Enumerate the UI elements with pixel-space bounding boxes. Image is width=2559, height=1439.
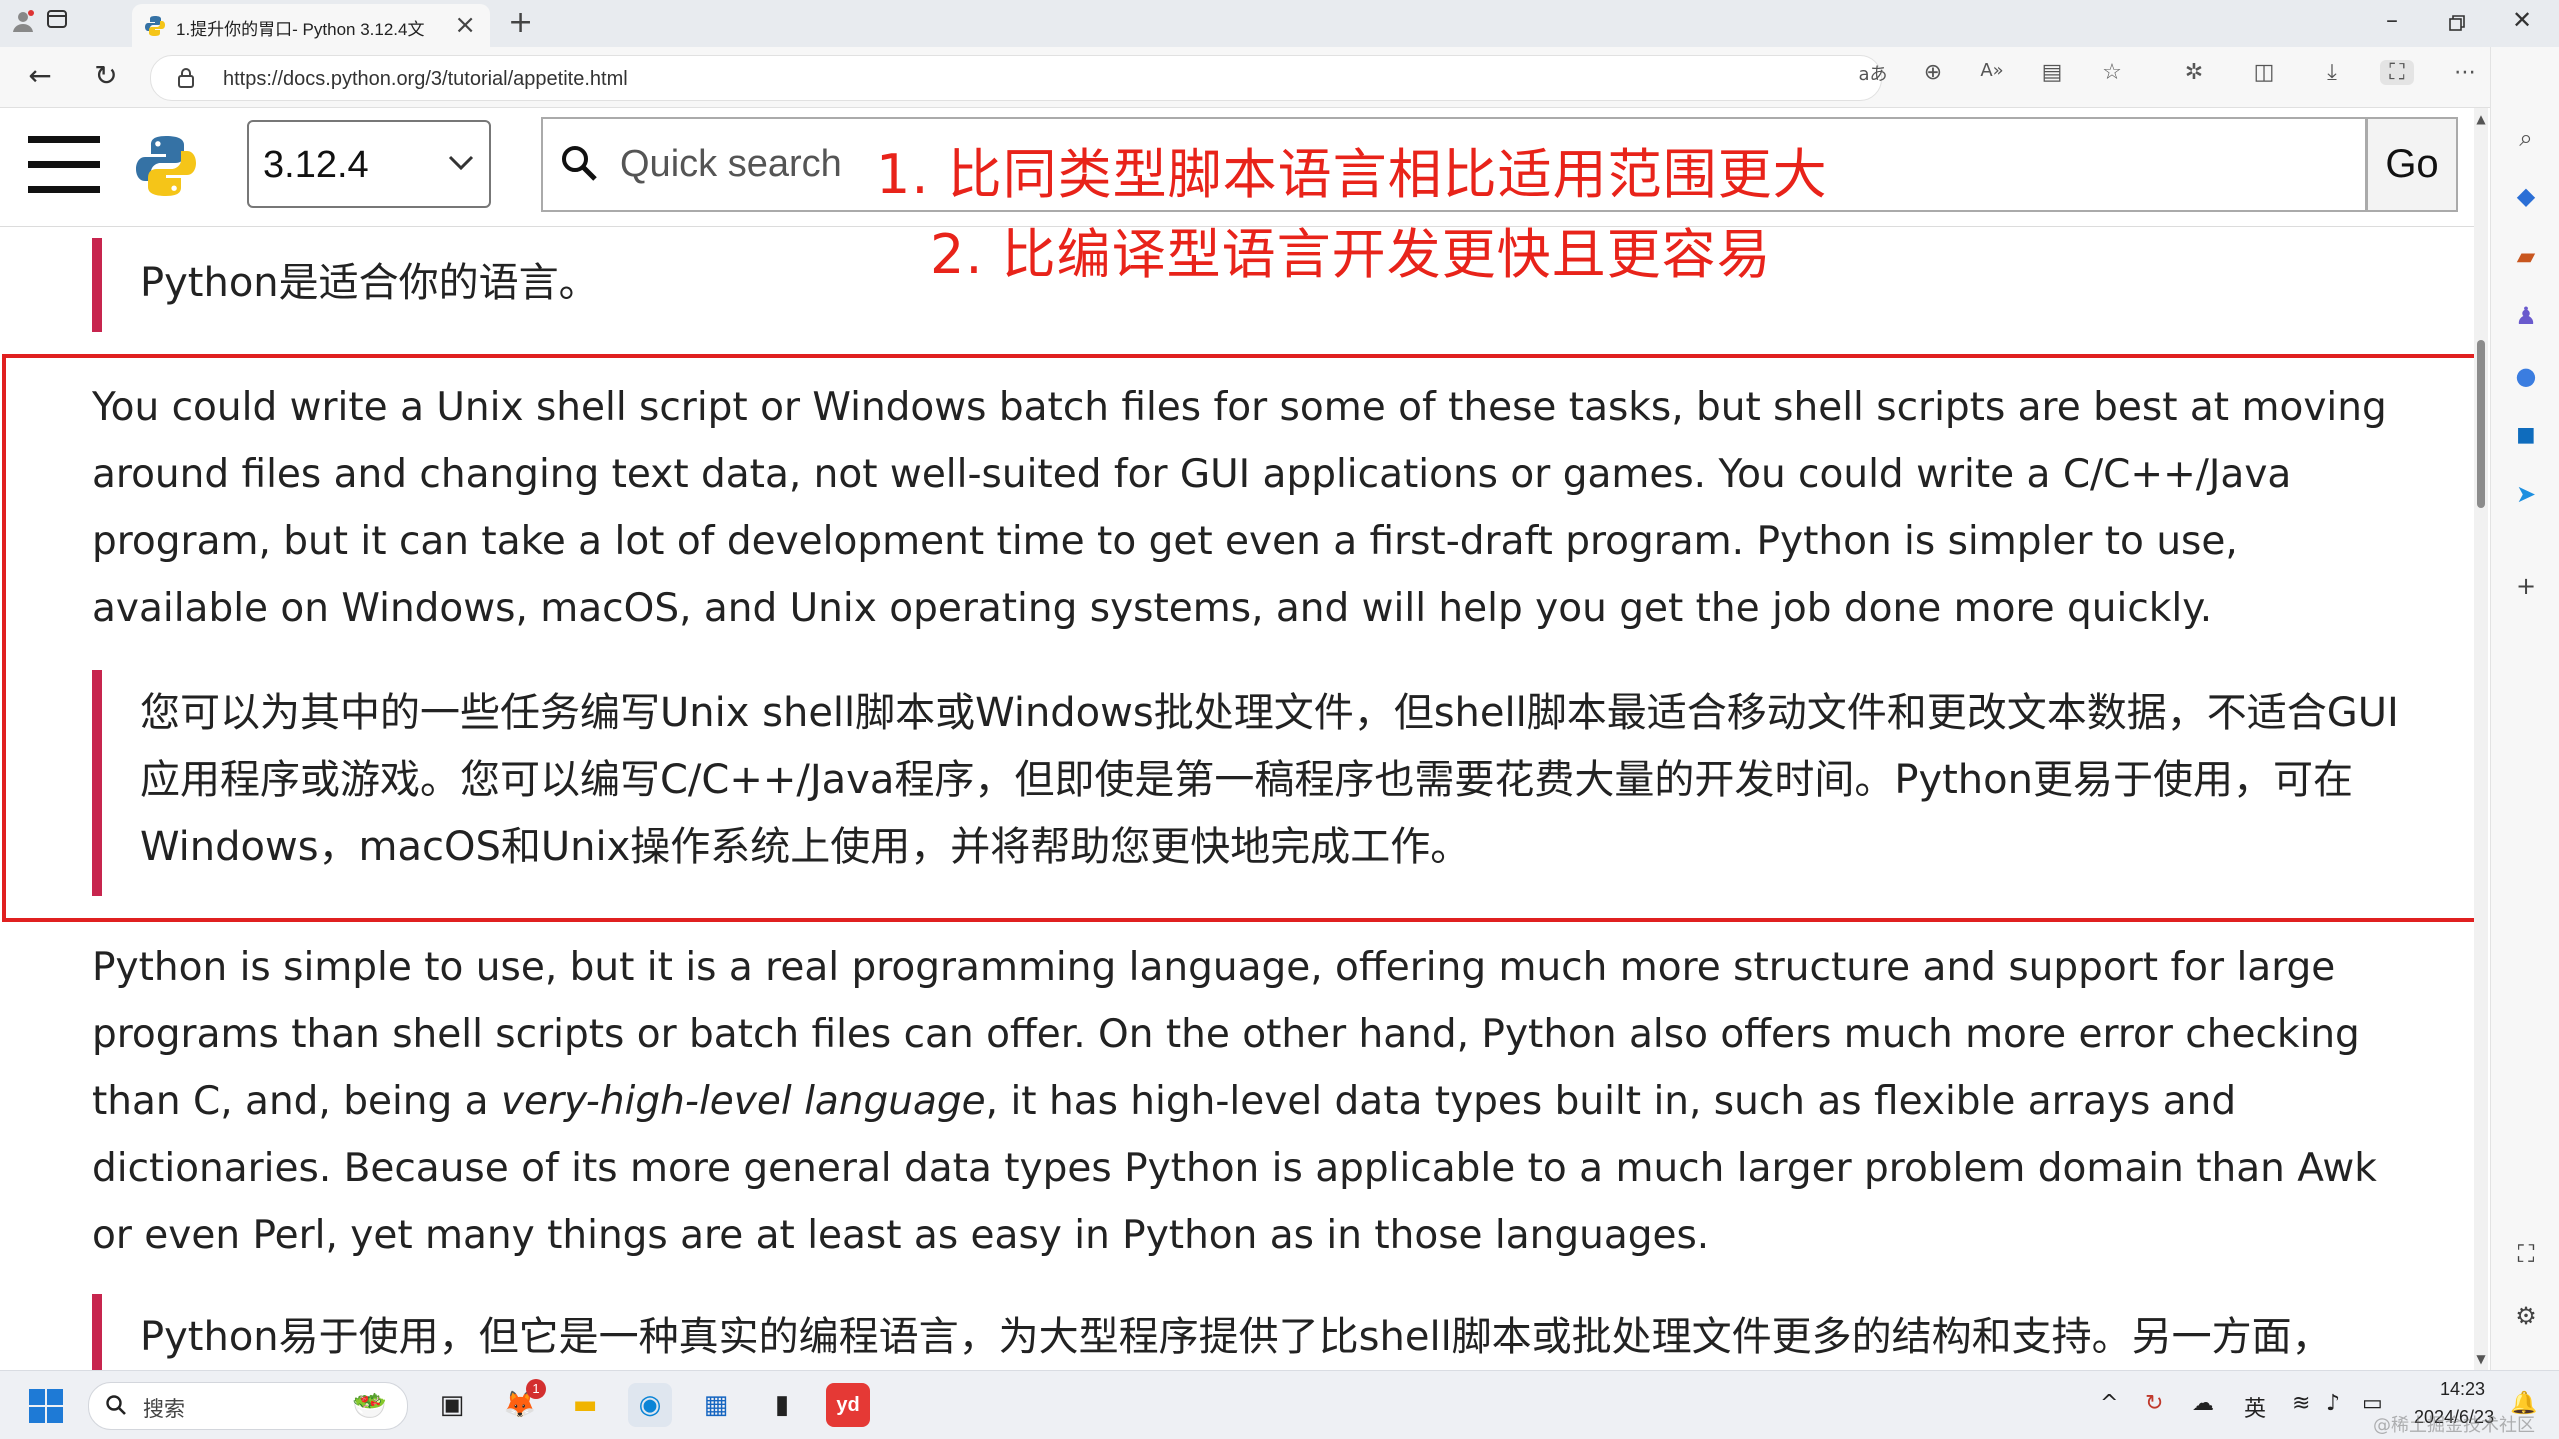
taskbar-search[interactable]: 搜索 🥗 <box>88 1382 408 1430</box>
paragraph-shell-scripts: You could write a Unix shell script or W… <box>92 385 2387 631</box>
python-favicon-icon <box>145 16 165 36</box>
tab-appetite[interactable]: 1.提升你的胃口- Python 3.12.4文 × <box>132 4 490 47</box>
back-icon[interactable]: ← <box>22 59 58 92</box>
go-button[interactable]: Go <box>2366 117 2458 212</box>
python-logo-icon[interactable] <box>133 133 199 199</box>
tab-title: 1.提升你的胃口- Python 3.12.4文 <box>176 20 425 39</box>
address-bar: ← ↻ https://docs.python.org/3/tutorial/a… <box>0 47 2559 108</box>
refresh-icon[interactable]: ↻ <box>88 59 124 92</box>
sidebar-shopping-icon[interactable]: ◆ <box>2509 179 2543 213</box>
scroll-down-icon[interactable]: ▼ <box>2474 1352 2488 1366</box>
downloads-icon[interactable]: ⤓ <box>2315 60 2349 85</box>
favorite-star-icon[interactable]: ☆ <box>2095 60 2129 85</box>
watermark-text: @稀土掘金技术社区 <box>2373 1415 2535 1436</box>
sidebar-settings-icon[interactable]: ⚙ <box>2509 1299 2543 1333</box>
lock-icon <box>178 68 194 88</box>
restore-icon[interactable] <box>2437 10 2477 38</box>
tab-close-icon[interactable]: × <box>454 10 476 40</box>
docs-header: 3.12.4 Go 1. 比同类型脚本语言相比适用范围更大 2. 比编译型语言开… <box>0 108 2480 286</box>
new-tab-icon[interactable]: + <box>508 5 533 40</box>
tab-actions-icon[interactable] <box>42 8 72 38</box>
reader-view-icon[interactable]: ▤ <box>2035 60 2069 85</box>
clock-time[interactable]: 14:23 <box>2440 1379 2485 1400</box>
search-highlight-icon: 🥗 <box>352 1389 387 1422</box>
url-text: https://docs.python.org/3/tutorial/appet… <box>223 68 628 90</box>
read-aloud-icon[interactable]: A» <box>1975 60 2009 81</box>
windows-taskbar: 搜索 🥗 ▣ 🦊 1 ▬ ◉ ▦ ▮ yd ^ ↻ ☁ 英 ≋ ♪ ▭ 14:23… <box>0 1370 2559 1439</box>
version-value: 3.12.4 <box>263 144 369 186</box>
menu-icon[interactable] <box>28 136 100 194</box>
screenshot-icon[interactable]: ⛶ <box>2380 60 2414 85</box>
annotation-line-1: 1. 比同类型脚本语言相比适用范围更大 <box>876 143 1828 206</box>
chevron-down-icon <box>448 155 474 171</box>
blockquote-translation-top: Python是适合你的语言。 <box>92 238 2392 332</box>
minimize-icon[interactable]: – <box>2372 6 2412 34</box>
task-view-icon[interactable]: ▣ <box>430 1383 474 1427</box>
taskbar-search-label: 搜索 <box>143 1397 185 1421</box>
tab-strip: 1.提升你的胃口- Python 3.12.4文 × + – ✕ <box>0 0 2559 47</box>
paragraph-real-language: Python is simple to use, but it is a rea… <box>92 934 2422 1269</box>
more-menu-icon[interactable]: ⋯ <box>2448 60 2482 85</box>
notification-badge: 1 <box>526 1379 546 1399</box>
tray-overflow-icon[interactable]: ^ <box>2100 1391 2118 1416</box>
sidebar-games-icon[interactable]: ♟ <box>2509 299 2543 333</box>
ime-label[interactable]: 英 <box>2244 1391 2266 1423</box>
profile-icon[interactable] <box>8 8 38 38</box>
version-select[interactable]: 3.12.4 <box>247 120 491 208</box>
sidebar-tools-icon[interactable]: ▰ <box>2509 239 2543 273</box>
blockquote-translation-shell-scripts: 您可以为其中的一些任务编写Unix shell脚本或Windows批处理文件，但… <box>92 670 2422 896</box>
search-icon <box>106 1395 126 1415</box>
youdao-app-icon[interactable]: yd <box>826 1383 870 1427</box>
terminal-icon[interactable]: ▮ <box>760 1383 804 1427</box>
search-icon <box>562 146 597 181</box>
windows-start-icon[interactable] <box>28 1388 64 1424</box>
tray-sync-icon[interactable]: ↻ <box>2145 1391 2163 1416</box>
wifi-icon[interactable]: ≋ <box>2292 1391 2310 1416</box>
zoom-icon[interactable]: ⊕ <box>1916 60 1950 85</box>
microsoft-store-icon[interactable]: ▦ <box>694 1383 738 1427</box>
edge-browser-icon[interactable]: ◉ <box>628 1383 672 1427</box>
edge-sidebar: ⌕ ◆ ▰ ♟ ● ◼ ➤ + ⛶ ⚙ <box>2490 47 2559 1370</box>
close-window-icon[interactable]: ✕ <box>2502 6 2542 34</box>
sidebar-add-icon[interactable]: + <box>2509 569 2543 603</box>
page-scrollbar[interactable]: ▲ ▼ <box>2474 108 2488 1370</box>
scroll-thumb[interactable] <box>2477 340 2485 508</box>
url-field[interactable]: https://docs.python.org/3/tutorial/appet… <box>150 55 1882 101</box>
extensions-icon[interactable]: ✲ <box>2177 60 2211 85</box>
file-explorer-icon[interactable]: ▬ <box>563 1383 607 1427</box>
blockquote-translation-real-language: Python易于使用，但它是一种真实的编程语言，为大型程序提供了比shell脚本… <box>92 1294 2422 1370</box>
page-viewport: 3.12.4 Go 1. 比同类型脚本语言相比适用范围更大 2. 比编译型语言开… <box>0 108 2480 1370</box>
split-screen-icon[interactable]: ◫ <box>2247 60 2281 85</box>
sidebar-search-icon[interactable]: ⌕ <box>2509 121 2543 155</box>
sidebar-telegram-icon[interactable]: ➤ <box>2509 477 2543 511</box>
widgets-app-icon[interactable]: 🦊 1 <box>498 1379 546 1427</box>
sidebar-outlook-icon[interactable]: ◼ <box>2509 417 2543 451</box>
sidebar-copilot-icon[interactable]: ● <box>2509 359 2543 393</box>
volume-icon[interactable]: ♪ <box>2326 1391 2340 1416</box>
emphasis-term: very-high-level language <box>500 1079 986 1124</box>
translate-icon[interactable]: aあ <box>1856 60 1890 86</box>
tray-cloud-icon[interactable]: ☁ <box>2192 1391 2214 1416</box>
sidebar-screenshot-icon[interactable]: ⛶ <box>2509 1237 2543 1271</box>
scroll-up-icon[interactable]: ▲ <box>2474 112 2488 126</box>
